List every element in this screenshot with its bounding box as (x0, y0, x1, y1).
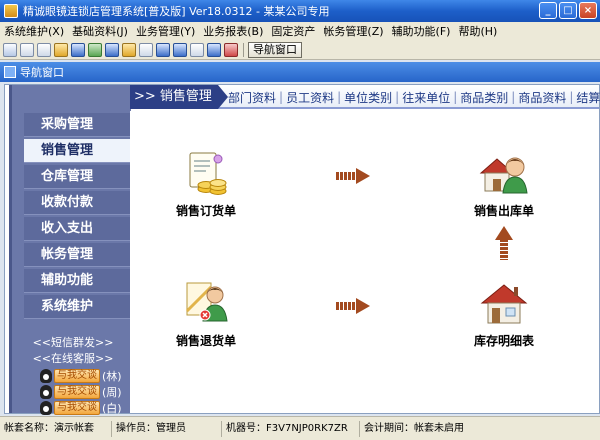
online-service-link[interactable]: <<在线客服>> (12, 350, 134, 366)
qq-contact-name: (周) (102, 386, 122, 399)
form-icon[interactable] (37, 42, 51, 57)
qq-contact-row[interactable]: 与我交谈 (林) (40, 368, 122, 384)
qq-contact-row[interactable]: 与我交谈 (周) (40, 384, 122, 400)
close-button[interactable]: × (579, 2, 597, 19)
menu-business-reports[interactable]: 业务报表(B) (199, 23, 267, 39)
flow-arrow-up-icon (495, 226, 513, 260)
qq-contact-name: (白) (102, 402, 122, 415)
nav-window-body: 采购管理 销售管理 仓库管理 收款付款 收入支出 帐务管理 辅助功能 系统维护 … (4, 84, 600, 416)
status-operator: 操作员：管理员 (112, 420, 222, 437)
sales-order-icon (189, 152, 227, 195)
menu-business-management[interactable]: 业务管理(Y) (132, 23, 199, 39)
status-account-name: 帐套名称：演示帐套 (0, 420, 112, 437)
qq-contact-row[interactable]: 与我交谈 (白) (40, 400, 122, 416)
sidebar-item-warehouse[interactable]: 仓库管理 (24, 165, 134, 189)
menu-basic-data[interactable]: 基础资料(J) (68, 23, 132, 39)
link-separator: | (569, 90, 574, 104)
exit-icon[interactable] (224, 42, 238, 57)
nav-window-title: 导航窗口 (20, 66, 64, 79)
sales-outbound-function[interactable]: 销售出库单 (468, 151, 540, 219)
sms-broadcast-link[interactable]: <<短信群发>> (12, 334, 134, 350)
qq-penguin-icon (40, 385, 52, 399)
toolbar: 导航窗口 (0, 40, 600, 60)
quick-links: 部门资料| 员工资料| 单位类别| 往来单位| 商品类别| 商品资料| 结算方式 (227, 85, 600, 109)
cart-icon[interactable] (122, 42, 136, 57)
sales-return-function[interactable]: 销售退货单 (170, 281, 242, 349)
link-settlement-methods[interactable]: 结算方式 (575, 89, 600, 106)
transfer-icon[interactable] (88, 42, 102, 57)
inventory-detail-function[interactable]: 库存明细表 (468, 281, 540, 349)
nav-window-button[interactable]: 导航窗口 (248, 41, 302, 58)
link-separator: | (279, 90, 284, 104)
current-section-label: >> 销售管理 (130, 85, 228, 109)
link-separator: | (511, 90, 516, 104)
sales-return-label: 销售退货单 (175, 334, 236, 348)
sidebar-item-accounts[interactable]: 帐务管理 (24, 243, 134, 267)
save-icon[interactable] (173, 42, 187, 57)
qq-penguin-icon (40, 401, 52, 415)
sales-outbound-icon (479, 157, 528, 194)
inventory-house-icon (480, 284, 528, 324)
minimize-button[interactable]: _ (539, 2, 557, 19)
menu-auxiliary-functions[interactable]: 辅助功能(F) (388, 23, 455, 39)
link-departments[interactable]: 部门资料 (227, 89, 277, 106)
window-titlebar: 精诚眼镜连锁店管理系统[普及版] Ver18.0312 - 某某公司专用 _ □… (0, 0, 600, 22)
link-product-categories[interactable]: 商品类别 (459, 89, 509, 106)
sidebar-item-income-expense[interactable]: 收入支出 (24, 217, 134, 241)
qq-contact-name: (林) (102, 370, 122, 383)
link-separator: | (337, 90, 342, 104)
sidebar-item-auxiliary[interactable]: 辅助功能 (24, 269, 134, 293)
menu-accounts-management[interactable]: 帐务管理(Z) (319, 23, 387, 39)
report-icon[interactable] (139, 42, 153, 57)
toolbar-separator (243, 42, 244, 57)
link-separator: | (453, 90, 458, 104)
tools-icon[interactable] (54, 42, 68, 57)
sidebar-item-sales[interactable]: 销售管理 (24, 139, 134, 163)
help-icon[interactable] (207, 42, 221, 57)
menu-help[interactable]: 帮助(H) (454, 23, 501, 39)
sales-outbound-label: 销售出库单 (473, 204, 534, 218)
receive-icon[interactable] (105, 42, 119, 57)
menu-system-maintenance[interactable]: 系统维护(X) (0, 23, 68, 39)
sales-order-label: 销售订货单 (175, 204, 236, 218)
sales-return-icon (185, 282, 228, 322)
status-accounting-period: 会计期间：帐套未启用 (364, 422, 464, 434)
qq-penguin-icon (40, 369, 52, 383)
status-bar: 帐套名称：演示帐套 操作员：管理员 机器号：F3V7NJP0RK7ZR 会计期间… (0, 416, 600, 440)
list-icon[interactable] (71, 42, 85, 57)
link-unit-categories[interactable]: 单位类别 (343, 89, 393, 106)
nav-window-icon (4, 66, 16, 78)
link-employees[interactable]: 员工资料 (285, 89, 335, 106)
qq-chat-button[interactable]: 与我交谈 (54, 401, 100, 415)
qq-chat-button[interactable]: 与我交谈 (54, 369, 100, 383)
menu-fixed-assets[interactable]: 固定资产 (267, 23, 319, 39)
link-separator: | (395, 90, 400, 104)
flow-arrow-right-icon (336, 298, 370, 314)
nav-window-titlebar: 导航窗口 (0, 62, 600, 82)
function-panel: 销售订货单 销售出库单 销售退货单 库存明细表 (130, 111, 599, 413)
sidebar-item-purchase[interactable]: 采购管理 (24, 113, 134, 137)
sidebar: 采购管理 销售管理 仓库管理 收款付款 收入支出 帐务管理 辅助功能 系统维护 … (9, 85, 134, 416)
maximize-button[interactable]: □ (559, 2, 577, 19)
flow-arrow-right-icon (336, 168, 370, 184)
module-tabbar: >> 销售管理 部门资料 | 员工资料 | 单位类别 | 往来单位 | 商品类别 | 商品… (130, 85, 600, 109)
window-controls: _ □ × (539, 2, 597, 19)
document-icon[interactable] (20, 42, 34, 57)
qq-chat-button[interactable]: 与我交谈 (54, 385, 100, 399)
sidebar-item-system[interactable]: 系统维护 (24, 295, 134, 319)
window-title: 精诚眼镜连锁店管理系统[普及版] Ver18.0312 - 某某公司专用 (23, 5, 330, 18)
edit-icon[interactable] (190, 42, 204, 57)
status-machine-no: 机器号：F3V7NJP0RK7ZR (222, 420, 360, 437)
link-products[interactable]: 商品资料 (517, 89, 567, 106)
window-icon[interactable] (3, 42, 17, 57)
mail-icon[interactable] (156, 42, 170, 57)
sidebar-item-payments[interactable]: 收款付款 (24, 191, 134, 215)
sales-order-function[interactable]: 销售订货单 (170, 151, 242, 219)
link-partners[interactable]: 往来单位 (401, 89, 451, 106)
app-icon (4, 4, 18, 18)
inventory-detail-label: 库存明细表 (473, 334, 534, 348)
menu-bar: 系统维护(X) 基础资料(J) 业务管理(Y) 业务报表(B) 固定资产 帐务管… (0, 22, 600, 40)
